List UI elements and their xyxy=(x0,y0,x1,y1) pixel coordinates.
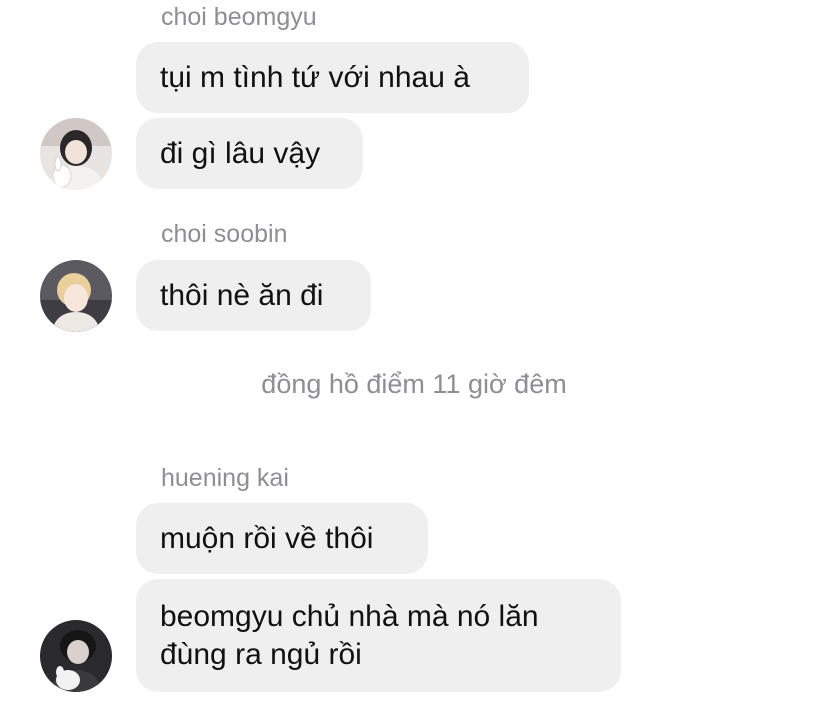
message-text-line: beomgyu chủ nhà mà nó lăn xyxy=(160,599,539,633)
message-text: đi gì lâu vậy xyxy=(160,136,321,170)
sender-name: huening kai xyxy=(161,464,289,492)
message-bubble[interactable]: đi gì lâu vậy xyxy=(136,118,363,189)
profile-photo-avatar-icon xyxy=(40,260,112,332)
profile-photo-avatar-icon xyxy=(40,118,112,190)
message-text: muộn rồi về thôi xyxy=(160,521,374,555)
message-bubble[interactable]: muộn rồi về thôi xyxy=(136,503,428,574)
message-text-line: đùng ra ngủ rồi xyxy=(160,637,362,671)
system-note: đồng hồ điểm 11 giờ đêm xyxy=(261,369,567,399)
sender-name: choi beomgyu xyxy=(161,3,317,31)
message-bubble[interactable]: tụi m tình tứ với nhau à xyxy=(136,42,529,113)
sender-avatar[interactable] xyxy=(40,118,112,190)
message-text: tụi m tình tứ với nhau à xyxy=(160,60,470,94)
profile-photo-avatar-icon xyxy=(40,620,112,692)
sender-name: choi soobin xyxy=(161,220,288,248)
message-bubble[interactable]: thôi nè ăn đi xyxy=(136,260,371,331)
message-bubble[interactable]: beomgyu chủ nhà mà nó lăn đùng ra ngủ rồ… xyxy=(136,579,621,692)
sender-avatar[interactable] xyxy=(40,260,112,332)
message-text: thôi nè ăn đi xyxy=(160,278,324,312)
sender-avatar[interactable] xyxy=(40,620,112,692)
